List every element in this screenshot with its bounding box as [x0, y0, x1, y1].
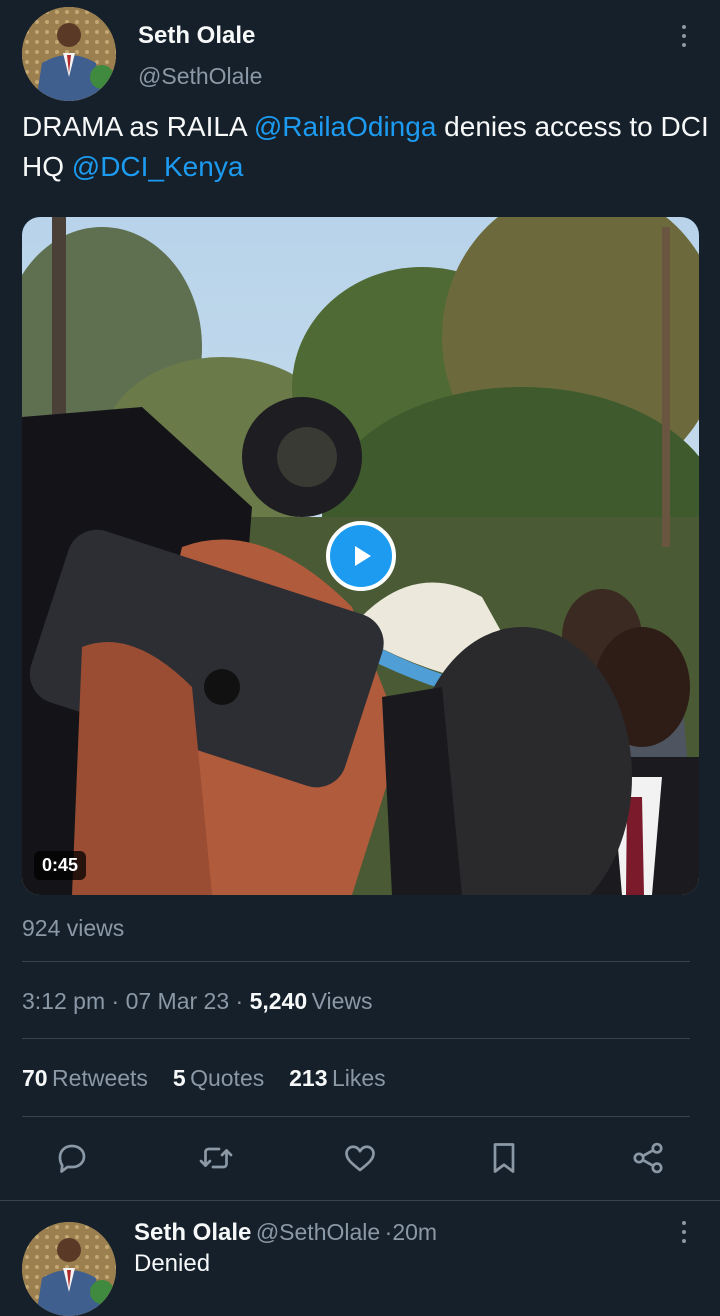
- like-button[interactable]: [340, 1138, 380, 1178]
- likes-stat[interactable]: 213 Likes: [289, 1065, 386, 1091]
- tweet-stats: 70 Retweets 5 Quotes 213 Likes: [22, 1065, 386, 1092]
- reply-button[interactable]: [52, 1138, 92, 1178]
- divider: [22, 961, 690, 962]
- author-avatar[interactable]: [22, 7, 116, 101]
- tweet-meta: 3:12 pm · 07 Mar 23 · 5,240 Views: [22, 988, 373, 1015]
- more-options-icon[interactable]: [679, 25, 689, 47]
- author-name[interactable]: Seth Olale: [138, 22, 255, 50]
- video-views: 924 views: [22, 915, 125, 941]
- reply-icon: [58, 1144, 86, 1173]
- quotes-stat[interactable]: 5 Quotes: [173, 1065, 264, 1091]
- retweet-icon: [199, 1147, 233, 1169]
- quotes-label: Quotes: [190, 1065, 265, 1091]
- tweet-time[interactable]: 3:12 pm: [22, 988, 105, 1014]
- views-count: 5,240: [249, 988, 308, 1014]
- share-button[interactable]: [628, 1138, 668, 1178]
- tweet-date[interactable]: 07 Mar 23: [126, 988, 230, 1014]
- bookmark-icon: [493, 1143, 515, 1173]
- tweet-text: DRAMA as RAILA @RailaOdinga denies acces…: [22, 107, 712, 187]
- likes-label: Likes: [331, 1065, 386, 1091]
- separator: ·: [229, 988, 250, 1014]
- views-label: Views: [311, 988, 373, 1014]
- retweet-button[interactable]: [196, 1138, 236, 1178]
- divider: [22, 1116, 690, 1117]
- share-icon: [633, 1142, 663, 1174]
- play-icon: [355, 546, 371, 566]
- reply-header: Seth Olale @SethOlale ·20m: [134, 1219, 437, 1247]
- retweets-label: Retweets: [52, 1065, 148, 1091]
- tweet-text-part: DRAMA as RAILA: [22, 111, 254, 142]
- reply-more-options-icon[interactable]: [679, 1221, 689, 1243]
- quotes-count: 5: [172, 1065, 186, 1091]
- reply-author-name[interactable]: Seth Olale: [134, 1219, 251, 1246]
- reply-author-handle[interactable]: @SethOlale: [256, 1219, 380, 1245]
- mention-link[interactable]: @DCI_Kenya: [72, 151, 244, 182]
- retweets-stat[interactable]: 70 Retweets: [22, 1065, 148, 1091]
- reply-time[interactable]: 20m: [392, 1219, 437, 1245]
- retweets-count: 70: [22, 1065, 48, 1091]
- video-duration: 0:45: [34, 851, 87, 880]
- separator: ·: [105, 988, 126, 1014]
- likes-count: 213: [289, 1065, 328, 1091]
- reply-text: Denied: [134, 1250, 211, 1277]
- mention-link[interactable]: @RailaOdinga: [254, 111, 437, 142]
- divider: [0, 1200, 720, 1201]
- bookmark-button[interactable]: [484, 1138, 524, 1178]
- author-handle[interactable]: @SethOlale: [138, 63, 262, 90]
- divider: [22, 1038, 690, 1039]
- play-button[interactable]: [326, 521, 396, 591]
- like-icon: [345, 1145, 375, 1172]
- reply-avatar[interactable]: [22, 1222, 116, 1316]
- video-player[interactable]: 0:45: [22, 217, 699, 895]
